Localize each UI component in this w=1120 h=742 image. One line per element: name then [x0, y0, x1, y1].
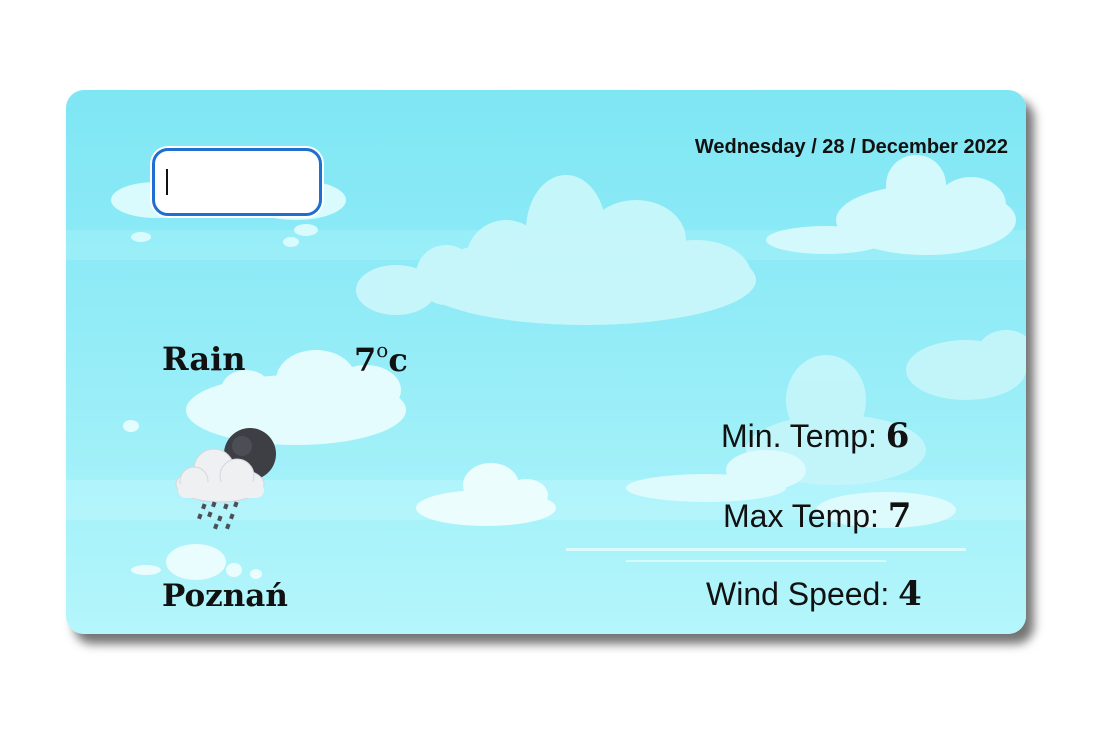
- wind-speed: Wind Speed: 4: [706, 574, 922, 614]
- min-temp-label: Min. Temp:: [721, 418, 886, 454]
- max-temp: Max Temp: 7: [723, 496, 911, 536]
- rain-cloud-moon-icon: [175, 428, 276, 530]
- city-name: Poznań: [162, 578, 288, 614]
- max-temp-value: 7: [887, 496, 912, 536]
- current-date: Wednesday / 28 / December 2022: [694, 136, 1008, 158]
- min-temp: Min. Temp: 6: [721, 416, 909, 456]
- weather-card: Wednesday / 28 / December 2022 Rain 7oc: [66, 90, 1026, 634]
- current-temperature: 7oc: [354, 338, 408, 379]
- city-search-input[interactable]: [152, 148, 322, 216]
- wind-speed-label: Wind Speed:: [706, 576, 899, 612]
- temperature-value: 7: [354, 341, 377, 379]
- text-cursor: [166, 169, 168, 195]
- degree-symbol: o: [376, 338, 389, 362]
- max-temp-label: Max Temp:: [723, 498, 888, 534]
- min-temp-value: 6: [885, 416, 910, 456]
- wind-speed-value: 4: [898, 574, 922, 614]
- weather-condition: Rain: [162, 340, 246, 378]
- temperature-unit: c: [388, 341, 408, 379]
